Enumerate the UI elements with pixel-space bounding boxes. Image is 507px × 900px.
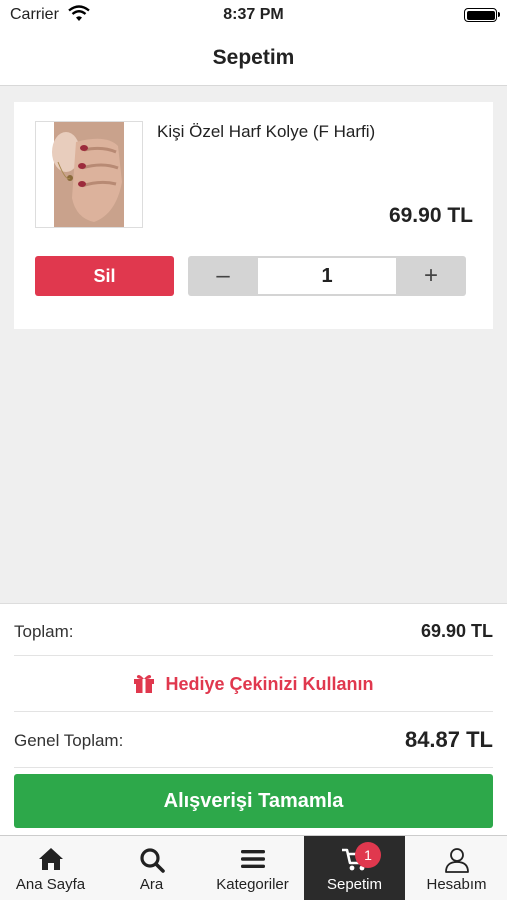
tab-cart-label: Sepetim	[326, 876, 383, 893]
decrease-button[interactable]: –	[188, 256, 258, 296]
gift-voucher-link[interactable]: Hediye Çekinizi Kullanın	[14, 673, 493, 698]
delete-button[interactable]: Sil	[35, 256, 174, 296]
product-name[interactable]: Kişi Özel Harf Kolye (F Harfi)	[157, 122, 375, 142]
subtotal-label: Toplam:	[14, 622, 74, 641]
product-image[interactable]	[35, 121, 143, 228]
user-icon	[406, 847, 507, 873]
checkout-button[interactable]: Alışverişi Tamamla	[14, 774, 493, 828]
subtotal-value: 69.90 TL	[420, 621, 493, 641]
search-icon	[101, 847, 202, 873]
tab-search-label: Ara	[139, 876, 164, 893]
tab-account[interactable]: Hesabım	[406, 836, 507, 900]
cart-item: Kişi Özel Harf Kolye (F Harfi) 69.90 TL …	[14, 102, 493, 329]
page-title: Sepetim	[212, 46, 295, 69]
tab-home[interactable]: Ana Sayfa	[0, 836, 101, 900]
quantity-field[interactable]	[258, 258, 396, 294]
grand-total-value: 84.87 TL	[404, 727, 493, 752]
cart-count-badge: 1	[355, 842, 381, 868]
product-price: 69.90 TL	[388, 204, 473, 227]
tab-categories[interactable]: Kategoriler	[202, 836, 303, 900]
increase-button[interactable]: +	[396, 256, 466, 296]
menu-icon	[202, 847, 303, 873]
tab-account-label: Hesabım	[426, 876, 487, 893]
home-icon	[0, 847, 101, 873]
clock: 8:37 PM	[223, 6, 284, 23]
gift-icon	[133, 673, 155, 698]
tab-bar: Ana Sayfa Ara Kategoriler 1 Sepetim Hesa…	[0, 835, 507, 900]
nav-bar: Sepetim	[0, 30, 507, 86]
order-summary: Toplam: 69.90 TL Hediye Çekinizi Kullanı…	[0, 603, 507, 835]
tab-categories-label: Kategoriler	[216, 876, 289, 893]
subtotal-row: Toplam: 69.90 TL	[14, 604, 493, 656]
gift-voucher-label: Hediye Çekinizi Kullanın	[165, 674, 374, 694]
grand-total-row: Genel Toplam: 84.87 TL	[14, 712, 493, 768]
grand-total-label: Genel Toplam:	[14, 731, 124, 750]
gift-row: Hediye Çekinizi Kullanın	[14, 656, 493, 712]
tab-home-label: Ana Sayfa	[15, 876, 86, 893]
quantity-stepper: – +	[188, 256, 466, 296]
battery-icon	[464, 8, 500, 22]
tab-cart[interactable]: 1 Sepetim	[304, 836, 405, 900]
tab-search[interactable]: Ara	[101, 836, 202, 900]
status-bar: Carrier 8:37 PM	[0, 0, 507, 30]
